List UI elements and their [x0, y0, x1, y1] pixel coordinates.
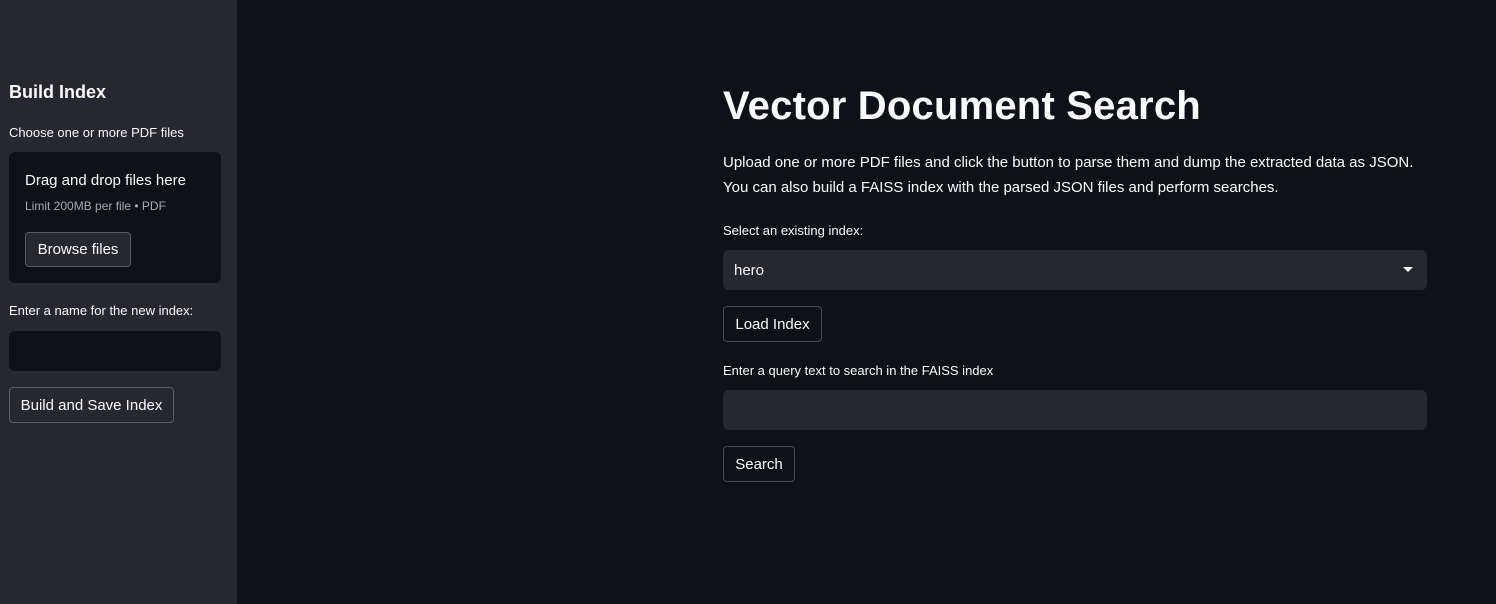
- description-line-1: Upload one or more PDF files and click t…: [723, 154, 1414, 171]
- select-index-label: Select an existing index:: [723, 223, 864, 238]
- build-save-index-button[interactable]: Build and Save Index: [9, 387, 174, 423]
- index-select[interactable]: hero: [723, 250, 1427, 290]
- query-label: Enter a query text to search in the FAIS…: [723, 363, 994, 378]
- sidebar-title: Build Index: [9, 82, 107, 102]
- description-line-2: You can also build a FAISS index with th…: [723, 179, 1279, 196]
- dropzone-title: Drag and drop files here: [25, 172, 186, 189]
- index-name-label: Enter a name for the new index:: [9, 303, 194, 318]
- dropzone-limit-text: Limit 200MB per file • PDF: [25, 199, 166, 213]
- chevron-down-icon: [1403, 267, 1413, 272]
- file-dropzone[interactable]: Drag and drop files here Limit 200MB per…: [9, 152, 221, 283]
- sidebar: Build Index Choose one or more PDF files…: [0, 0, 237, 604]
- app: Build Index Choose one or more PDF files…: [0, 0, 1496, 604]
- search-button[interactable]: Search: [723, 446, 795, 482]
- index-name-input[interactable]: [9, 331, 221, 371]
- load-index-button[interactable]: Load Index: [723, 306, 822, 342]
- upload-label: Choose one or more PDF files: [9, 125, 184, 140]
- browse-files-button[interactable]: Browse files: [25, 232, 131, 267]
- index-select-value: hero: [734, 262, 765, 279]
- page-title: Vector Document Search: [723, 84, 1201, 128]
- query-input[interactable]: [723, 390, 1427, 430]
